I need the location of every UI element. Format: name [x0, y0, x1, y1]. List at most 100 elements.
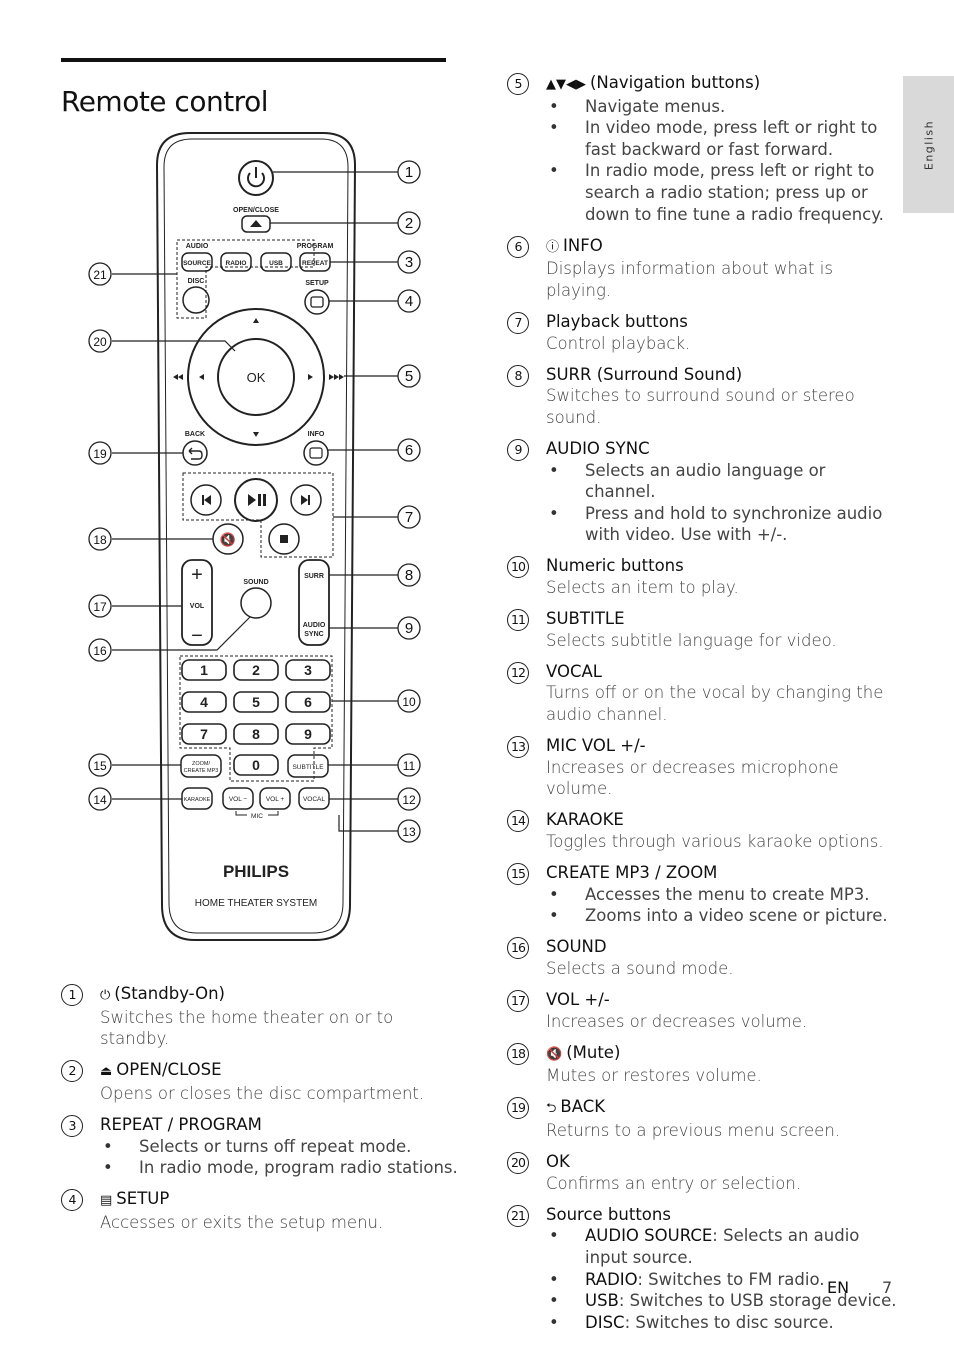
bullet: DISC: Switches to disc source.	[546, 1312, 897, 1334]
item-icon: ▲▼◀▶	[546, 77, 586, 92]
numeric-key-label: 1	[200, 662, 208, 678]
item-icon: ▤	[100, 1193, 113, 1209]
legend-item-9: 9 AUDIO SYNCSelects an audio language or …	[507, 438, 897, 546]
eject-icon	[250, 220, 262, 227]
callout-label: 15	[93, 759, 107, 773]
info-label: INFO	[308, 431, 325, 438]
callout-label: 9	[405, 620, 413, 637]
legend-right-column: 5 ▲▼◀▶(Navigation buttons) Navigate menus.…	[507, 72, 897, 1343]
item-number-badge: 9	[507, 438, 529, 461]
audio-label: AUDIO	[186, 243, 209, 250]
callout-label: 19	[93, 447, 107, 461]
legend-item-21: 21 Source buttonsAUDIO SOURCE: Selects an…	[507, 1204, 897, 1334]
setup-label: SETUP	[305, 280, 329, 287]
item-heading: VOCAL	[546, 661, 602, 681]
legend-item-8: 8 SURR (Surround Sound) Switches to surrou…	[507, 364, 897, 429]
item-bullets: Selects an audio language or channel.Pre…	[507, 460, 897, 546]
item-number-badge: 16	[507, 937, 529, 960]
numeric-key-label: 8	[252, 726, 260, 742]
sound-label: SOUND	[243, 579, 268, 586]
legend-item-17: 17 VOL +/- Increases or decreases volume.	[507, 989, 897, 1032]
subtitle-label: SUBTITLE	[292, 764, 324, 771]
numeric-key-label: 7	[200, 726, 208, 742]
item-number-badge: 8	[507, 364, 529, 387]
numeric-key-label: 3	[304, 662, 312, 678]
item-description: Opens or closes the disc compartment.	[100, 1083, 425, 1103]
item-description: Displays information about what is playi…	[546, 259, 833, 300]
callout-label: 10	[402, 695, 416, 709]
legend-item-14: 14 KARAOKE Toggles through various karaoke…	[507, 809, 897, 852]
item-icon: ⮌	[546, 1101, 557, 1117]
nav-up-icon	[253, 318, 259, 323]
bullet: Zooms into a video scene or picture.	[546, 905, 897, 927]
footer-language: EN	[827, 1278, 850, 1297]
item-heading: 🔇 (Mute)	[546, 1042, 621, 1062]
item-description: Control playback.	[546, 333, 691, 353]
numeric-key-label: 5	[252, 694, 260, 710]
callout-label: 13	[402, 825, 416, 839]
legend-left-column: 1 ⏻ (Standby-On) Switches the home theater …	[61, 983, 461, 1243]
next-icon	[301, 495, 310, 505]
bullet: Selects an audio language or channel.	[546, 460, 897, 503]
page-title: Remote control	[61, 84, 269, 118]
item-icon: ⏻	[100, 988, 111, 1003]
item-heading: SURR (Surround Sound)	[546, 364, 743, 384]
legend-item-11: 11 SUBTITLE Selects subtitle language for …	[507, 608, 897, 651]
legend-item-18: 18 🔇 (Mute) Mutes or restores volume.	[507, 1042, 897, 1087]
setup-button	[304, 289, 330, 315]
item-number-badge: 12	[507, 661, 529, 684]
item-number-badge: 5	[507, 73, 529, 95]
usb-label: USB	[269, 260, 283, 267]
ok-label: OK	[247, 370, 266, 385]
model-text: HOME THEATER SYSTEM	[195, 898, 317, 909]
item-description: Selects subtitle language for video.	[546, 630, 837, 650]
mic-label: MIC	[251, 813, 263, 820]
surr-label: SURR	[304, 573, 324, 580]
item-number-badge: 13	[507, 736, 529, 759]
item-number-badge: 14	[507, 810, 529, 833]
play-pause-icon	[248, 494, 266, 506]
bullet: Selects or turns off repeat mode.	[100, 1136, 461, 1158]
item-description: Selects an item to play.	[546, 577, 739, 597]
item-number-badge: 6	[507, 235, 529, 258]
nav-right-icon	[308, 374, 313, 380]
callout-label: 6	[405, 442, 413, 459]
item-heading: AUDIO SYNC	[546, 438, 650, 458]
bullet: In video mode, press left or right to fa…	[546, 117, 897, 160]
audio-sync-label-1: AUDIO	[303, 622, 326, 629]
item-heading: SUBTITLE	[546, 609, 625, 629]
bullet: Press and hold to synchronize audio with…	[546, 503, 897, 546]
item-heading: Numeric buttons	[546, 556, 684, 576]
remote-svg: 1 2 34 5 67 8 90 🔇 OPEN/CLOSE AUDIO SOURCE RAD…	[88, 132, 421, 941]
item-icon: ⓘ	[546, 239, 560, 255]
back-label: BACK	[185, 431, 205, 438]
item-description: Returns to a previous menu screen.	[546, 1120, 841, 1140]
item-number-badge: 3	[61, 1114, 83, 1137]
karaoke-label: KARAOKE	[184, 797, 211, 803]
nav-down-icon	[253, 432, 259, 437]
item-description: Accesses or exits the setup menu.	[100, 1212, 384, 1232]
legend-item-20: 20 OK Confirms an entry or selection.	[507, 1151, 897, 1194]
item-number-badge: 18	[507, 1042, 529, 1065]
item-number-badge: 7	[507, 311, 529, 334]
item-heading: CREATE MP3 / ZOOM	[546, 863, 718, 882]
item-number-badge: 10	[507, 556, 529, 579]
item-icon: 🔇	[546, 1046, 563, 1062]
zoom-label-1: ZOOM/	[192, 761, 210, 767]
source-label: SOURCE	[183, 260, 211, 267]
info-button	[303, 440, 329, 466]
legend-item-15: 15 CREATE MP3 / ZOOM Accesses the menu to …	[507, 862, 897, 927]
numeric-key-label: 6	[304, 694, 312, 710]
legend-item-13: 13 MIC VOL +/- Increases or decreases micr…	[507, 735, 897, 800]
item-number-badge: 11	[507, 609, 529, 632]
item-heading: MIC VOL +/-	[546, 736, 646, 756]
bullet: In radio mode, press left or right to se…	[546, 160, 897, 225]
title-rule	[61, 58, 446, 62]
prev-icon	[202, 495, 211, 505]
item-description: Switches to surround sound or stereo sou…	[546, 386, 855, 427]
rewind-icon	[173, 374, 183, 380]
stop-icon	[280, 535, 288, 543]
item-description: Switches the home theater on or to stand…	[100, 1007, 394, 1049]
callout-label: 3	[405, 254, 413, 271]
item-bullets: Navigate menus.In video mode, press left…	[507, 96, 897, 226]
